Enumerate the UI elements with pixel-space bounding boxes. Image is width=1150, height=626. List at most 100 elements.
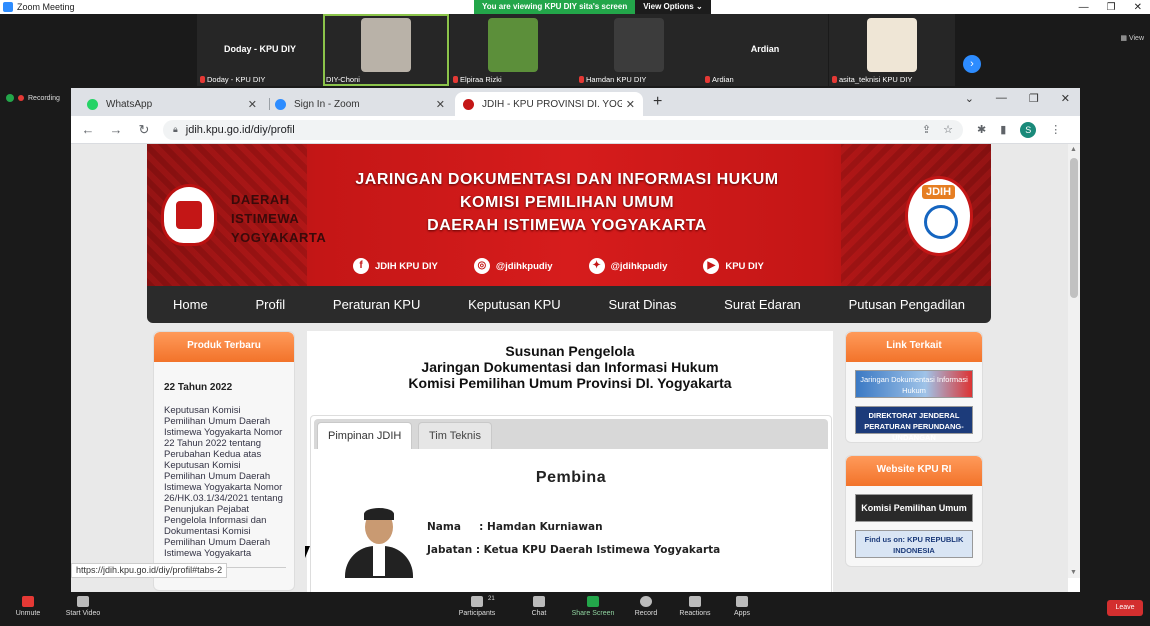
browser-minimize-icon[interactable]: —	[996, 92, 1007, 105]
social-youtube[interactable]: ▶ KPU DIY	[703, 258, 764, 274]
whatsapp-icon	[87, 98, 98, 110]
close-tab-icon[interactable]: ✕	[248, 98, 257, 111]
menu-putusan-pengadilan[interactable]: Putusan Pengadilan	[849, 297, 965, 312]
minimize-icon[interactable]: —	[1079, 2, 1089, 13]
participant-strip: Doday - KPU DIY Doday - KPU DIY DIY-Chon…	[0, 14, 1150, 86]
record-button[interactable]: Record	[632, 596, 660, 617]
menu-home[interactable]: Home	[173, 297, 208, 312]
link-kpu-facebook[interactable]: Find us on: KPU REPUBLIK INDONESIA	[855, 530, 973, 558]
side-panel-icon[interactable]: ▮	[1000, 123, 1006, 136]
kpu-favicon-icon	[463, 98, 474, 110]
reactions-icon	[689, 596, 701, 607]
person-info: Nama : Hamdan Kurniawan Jabatan : Ketua …	[427, 516, 720, 562]
facebook-icon: f	[353, 258, 369, 274]
zoom-logo-icon	[3, 2, 13, 12]
lock-icon[interactable]: 🔒︎	[173, 124, 178, 135]
page-viewport: DAERAH ISTIMEWA YOGYAKARTA JARINGAN DOKU…	[71, 144, 1068, 592]
view-button[interactable]: ▦ View	[1120, 34, 1144, 42]
participant-tile[interactable]: Ardian Ardian	[702, 14, 828, 86]
kpu-logo-icon[interactable]	[161, 184, 217, 246]
tab-search-icon[interactable]: ⌄	[965, 92, 974, 105]
back-icon[interactable]: ←	[77, 122, 99, 137]
mouse-cursor	[305, 546, 315, 558]
jabatan-line: Jabatan : Ketua KPU Daerah Istimewa Yogy…	[427, 544, 721, 556]
reload-icon[interactable]: ↻	[133, 122, 155, 138]
profile-avatar[interactable]: S	[1020, 121, 1037, 138]
start-video-button[interactable]: Start Video	[64, 596, 102, 617]
management-section: Susunan Pengelola Jaringan Dokumentasi d…	[307, 331, 833, 592]
name-line: Nama : Hamdan Kurniawan	[427, 521, 603, 533]
maximize-icon[interactable]: ❐	[1107, 2, 1116, 13]
reactions-button[interactable]: Reactions	[678, 596, 712, 617]
right-sidebar: Link Terkait Jaringan Dokumentasi Inform…	[845, 331, 983, 579]
unmute-button[interactable]: Unmute	[14, 596, 42, 617]
kpu-website-box: Website KPU RI Komisi Pemilihan Umum Fin…	[845, 455, 983, 567]
close-tab-icon[interactable]: ✕	[626, 98, 635, 111]
tab-pimpinan-jdih[interactable]: Pimpinan JDIH	[317, 422, 413, 449]
jdih-site: DAERAH ISTIMEWA YOGYAKARTA JARINGAN DOKU…	[147, 144, 991, 592]
banner-title: JARINGAN DOKUMENTASI DAN INFORMASI HUKUM…	[355, 171, 779, 234]
social-instagram[interactable]: ◎ @jdihkpudiy	[473, 258, 553, 274]
tab-jdih[interactable]: JDIH - KPU PROVINSI DI. YOGYAK ✕	[455, 92, 643, 116]
chat-icon	[533, 596, 545, 607]
bookmark-star-icon[interactable]: ☆	[943, 123, 953, 136]
next-page-icon[interactable]: ›	[963, 55, 981, 73]
menu-surat-dinas[interactable]: Surat Dinas	[608, 297, 676, 312]
menu-kebab-icon[interactable]: ⋮	[1050, 123, 1061, 136]
tab-tim-teknis[interactable]: Tim Teknis	[418, 422, 492, 449]
close-tab-icon[interactable]: ✕	[436, 98, 445, 111]
tab-whatsapp[interactable]: WhatsApp ✕	[79, 92, 265, 116]
participant-tile[interactable]: Hamdan KPU DIY	[576, 14, 702, 86]
product-description[interactable]: Keputusan Komisi Pemilihan Umum Daerah I…	[164, 405, 284, 559]
participant-tile[interactable]: Doday - KPU DIY Doday - KPU DIY	[197, 14, 323, 86]
menu-keputusan-kpu[interactable]: Keputusan KPU	[468, 297, 561, 312]
tab-zoom[interactable]: Sign In - Zoom ✕	[267, 92, 453, 116]
participants-icon	[471, 596, 483, 607]
link-kpu-ri[interactable]: Komisi Pemilihan Umum	[855, 494, 973, 522]
link-jdih-network[interactable]: Jaringan Dokumentasi Informasi Hukum	[855, 370, 973, 398]
url-input[interactable]: 🔒︎ jdih.kpu.go.id/diy/profil ⇪ ☆	[163, 119, 963, 140]
new-tab-icon[interactable]: +	[653, 93, 662, 111]
leave-button[interactable]: Leave	[1107, 600, 1143, 616]
apps-button[interactable]: Apps	[730, 596, 754, 617]
browser-restore-icon[interactable]: ❐	[1029, 92, 1039, 105]
page-scrollbar[interactable]: ▲ ▼	[1068, 144, 1080, 578]
person-photo	[341, 506, 413, 578]
share-icon[interactable]: ⇪	[922, 123, 931, 136]
social-facebook[interactable]: f JDIH KPU DIY	[353, 258, 438, 274]
apps-icon	[736, 596, 748, 607]
participant-tile[interactable]: DIY-Choni	[323, 14, 449, 86]
menu-surat-edaran[interactable]: Surat Edaran	[724, 297, 801, 312]
zoom-icon	[275, 98, 286, 110]
recording-indicator[interactable]: Recording	[6, 94, 60, 102]
shield-icon	[6, 94, 14, 102]
video-feed	[361, 18, 411, 72]
record-icon	[640, 596, 652, 607]
participant-tile[interactable]: Elpiraa Rizki	[450, 14, 576, 86]
jdih-logo-icon[interactable]: JDIH	[905, 176, 973, 256]
video-feed	[614, 18, 664, 72]
forward-icon[interactable]: →	[105, 122, 127, 137]
menu-profil[interactable]: Profil	[255, 297, 285, 312]
link-ditjen-pp[interactable]: DIREKTORAT JENDERAL PERATURAN PERUNDANG-…	[855, 406, 973, 442]
instagram-icon: ◎	[473, 258, 490, 274]
address-bar-row: ← → ↻ 🔒︎ jdih.kpu.go.id/diy/profil ⇪ ☆ ✱…	[71, 116, 1080, 144]
menu-peraturan-kpu[interactable]: Peraturan KPU	[333, 297, 420, 312]
main-menu: Home Profil Peraturan KPU Keputusan KPU …	[147, 286, 991, 323]
site-banner: DAERAH ISTIMEWA YOGYAKARTA JARINGAN DOKU…	[147, 144, 991, 286]
youtube-icon: ▶	[703, 258, 720, 274]
mic-muted-icon	[705, 76, 710, 83]
browser-close-icon[interactable]: ✕	[1061, 92, 1070, 105]
participant-tile[interactable]: asita_teknisi KPU DIY	[829, 14, 955, 86]
social-twitter[interactable]: ✦ @jdihkpudiy	[588, 258, 667, 274]
latest-products-box: Produk Terbaru 22 Tahun 2022 Keputusan K…	[153, 331, 295, 591]
social-links: f JDIH KPU DIY ◎ @jdihkpudiy ✦ @jdihkpudiy …	[353, 258, 764, 274]
close-icon[interactable]: ✕	[1134, 2, 1142, 13]
product-date[interactable]: 22 Tahun 2022	[164, 382, 284, 393]
share-screen-button[interactable]: Share Screen	[570, 596, 616, 617]
extensions-icon[interactable]: ✱	[977, 123, 986, 136]
twitter-icon: ✦	[588, 258, 605, 274]
viewing-message: You are viewing KPU DIY sita's screen	[474, 0, 636, 14]
view-options-button[interactable]: View Options ⌄	[635, 0, 711, 14]
chat-button[interactable]: Chat	[527, 596, 551, 617]
